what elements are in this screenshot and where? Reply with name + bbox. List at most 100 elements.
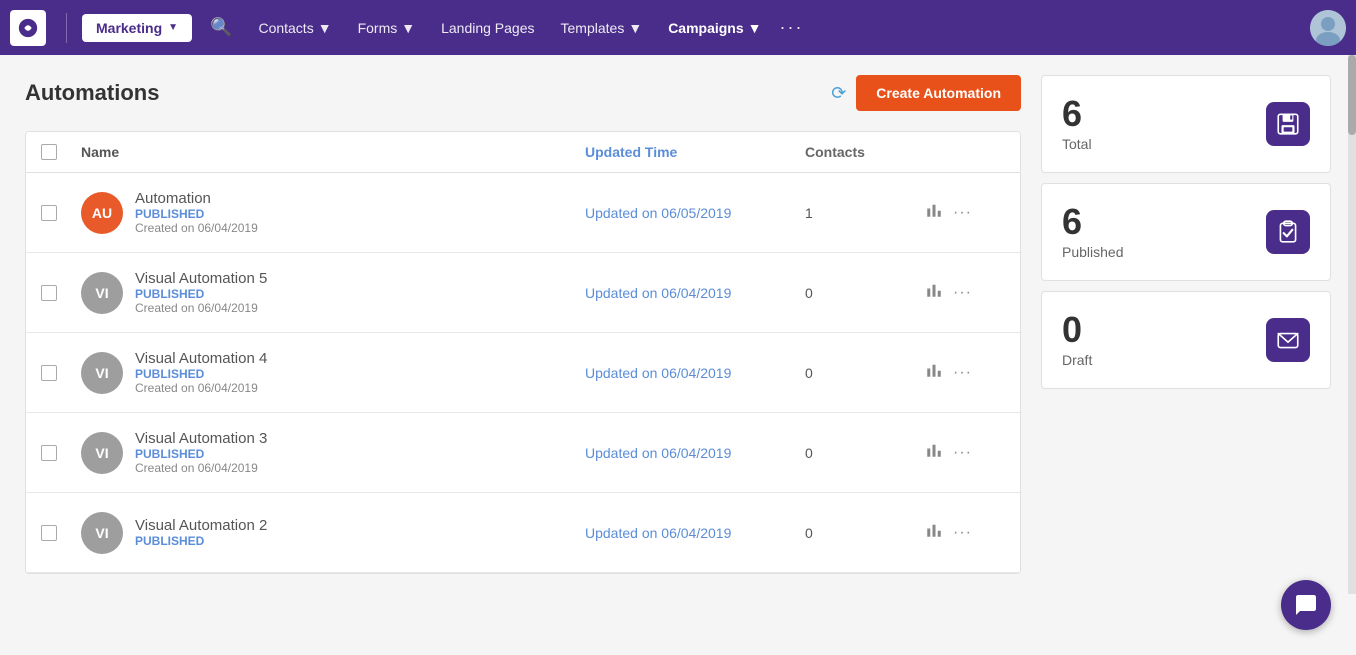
- stat-draft-value: 0: [1062, 312, 1092, 348]
- row-checkbox-4[interactable]: [41, 525, 57, 541]
- stat-total-value: 6: [1062, 96, 1092, 132]
- row-created-1: Created on 06/04/2019: [135, 301, 267, 315]
- more-options-icon-0[interactable]: ···: [953, 204, 972, 222]
- stat-draft-left: 0 Draft: [1062, 312, 1092, 368]
- more-options-icon-1[interactable]: ···: [953, 284, 972, 302]
- more-options-icon-2[interactable]: ···: [953, 364, 972, 382]
- table-row: VI Visual Automation 2 PUBLISHED Updated…: [26, 493, 1020, 573]
- bar-chart-icon-1[interactable]: [925, 281, 943, 304]
- logo: [10, 10, 46, 46]
- create-automation-button[interactable]: Create Automation: [856, 75, 1021, 111]
- stat-published-value: 6: [1062, 204, 1124, 240]
- bar-chart-icon-2[interactable]: [925, 361, 943, 384]
- row-checkbox-2[interactable]: [41, 365, 57, 381]
- avatar[interactable]: [1310, 10, 1346, 46]
- page-header: Automations ⟳ Create Automation: [25, 75, 1021, 111]
- row-checkbox-1[interactable]: [41, 285, 57, 301]
- stat-draft-card: 0 Draft: [1041, 291, 1331, 389]
- nav-forms[interactable]: Forms ▼: [350, 14, 424, 42]
- row-contacts-0: 1: [805, 205, 925, 221]
- row-updated-2: Updated on 06/04/2019: [585, 365, 805, 381]
- row-status-0: PUBLISHED: [135, 207, 258, 221]
- row-name-block-0: AU Automation PUBLISHED Created on 06/04…: [81, 190, 585, 235]
- table-row: VI Visual Automation 4 PUBLISHED Created…: [26, 333, 1020, 413]
- scrollbar-area: [1348, 55, 1356, 594]
- table-row: AU Automation PUBLISHED Created on 06/04…: [26, 173, 1020, 253]
- more-options-icon-3[interactable]: ···: [953, 444, 972, 462]
- page-title: Automations: [25, 80, 159, 106]
- table-row: VI Visual Automation 5 PUBLISHED Created…: [26, 253, 1020, 333]
- templates-chevron-icon: ▼: [628, 20, 642, 36]
- stat-published-card: 6 Published: [1041, 183, 1331, 281]
- nav-landing-pages[interactable]: Landing Pages: [433, 14, 542, 42]
- col-updated-header[interactable]: Updated Time: [585, 144, 805, 160]
- stat-total-icon: [1266, 102, 1310, 146]
- row-name-1: Visual Automation 5: [135, 270, 267, 287]
- col-name-header: Name: [81, 144, 585, 160]
- nav-campaigns[interactable]: Campaigns ▼: [660, 14, 769, 42]
- row-name-block-2: VI Visual Automation 4 PUBLISHED Created…: [81, 350, 585, 395]
- main-content: Automations ⟳ Create Automation Name Upd…: [0, 55, 1356, 594]
- table-header: Name Updated Time Contacts: [26, 132, 1020, 173]
- row-updated-4: Updated on 06/04/2019: [585, 525, 805, 541]
- row-avatar-3: VI: [81, 432, 123, 474]
- table-row: VI Visual Automation 3 PUBLISHED Created…: [26, 413, 1020, 493]
- stat-total-card: 6 Total: [1041, 75, 1331, 173]
- bar-chart-icon-0[interactable]: [925, 201, 943, 224]
- nav-divider: [66, 13, 67, 43]
- row-checkbox-3[interactable]: [41, 445, 57, 461]
- row-avatar-4: VI: [81, 512, 123, 554]
- contacts-chevron-icon: ▼: [318, 20, 332, 36]
- row-avatar-2: VI: [81, 352, 123, 394]
- select-all-checkbox[interactable]: [41, 144, 57, 160]
- nav-contacts[interactable]: Contacts ▼: [250, 14, 339, 42]
- automations-table: Name Updated Time Contacts AU Automation…: [25, 131, 1021, 574]
- row-checkbox-0[interactable]: [41, 205, 57, 221]
- marketing-label: Marketing: [96, 20, 162, 36]
- stat-published-icon: [1266, 210, 1310, 254]
- stat-published-left: 6 Published: [1062, 204, 1124, 260]
- row-status-3: PUBLISHED: [135, 447, 267, 461]
- row-status-2: PUBLISHED: [135, 367, 267, 381]
- row-avatar-0: AU: [81, 192, 123, 234]
- row-name-0: Automation: [135, 190, 258, 207]
- row-name-3: Visual Automation 3: [135, 430, 267, 447]
- row-updated-3: Updated on 06/04/2019: [585, 445, 805, 461]
- nav-more-icon[interactable]: ···: [780, 17, 804, 38]
- row-status-1: PUBLISHED: [135, 287, 267, 301]
- row-updated-1: Updated on 06/04/2019: [585, 285, 805, 301]
- stat-published-label: Published: [1062, 244, 1124, 260]
- campaigns-chevron-icon: ▼: [748, 20, 762, 36]
- refresh-button[interactable]: ⟳: [831, 83, 846, 104]
- marketing-chevron-icon: ▼: [168, 22, 178, 33]
- row-name-block-4: VI Visual Automation 2 PUBLISHED: [81, 512, 585, 554]
- stat-draft-label: Draft: [1062, 352, 1092, 368]
- stat-total-label: Total: [1062, 136, 1092, 152]
- table-body: AU Automation PUBLISHED Created on 06/04…: [26, 173, 1020, 573]
- scrollbar-thumb[interactable]: [1348, 55, 1356, 135]
- row-contacts-2: 0: [805, 365, 925, 381]
- row-updated-0: Updated on 06/05/2019: [585, 205, 805, 221]
- marketing-dropdown-button[interactable]: Marketing ▼: [82, 14, 192, 42]
- stat-draft-icon: [1266, 318, 1310, 362]
- forms-chevron-icon: ▼: [401, 20, 415, 36]
- row-name-block-1: VI Visual Automation 5 PUBLISHED Created…: [81, 270, 585, 315]
- row-created-0: Created on 06/04/2019: [135, 221, 258, 235]
- topnav: Marketing ▼ 🔍 Contacts ▼ Forms ▼ Landing…: [0, 0, 1356, 55]
- row-created-2: Created on 06/04/2019: [135, 381, 267, 395]
- stat-total-left: 6 Total: [1062, 96, 1092, 152]
- row-name-2: Visual Automation 4: [135, 350, 267, 367]
- bar-chart-icon-4[interactable]: [925, 521, 943, 544]
- row-contacts-3: 0: [805, 445, 925, 461]
- left-panel: Automations ⟳ Create Automation Name Upd…: [25, 75, 1021, 574]
- header-actions: ⟳ Create Automation: [831, 75, 1021, 111]
- col-contacts-header: Contacts: [805, 144, 925, 160]
- row-name-block-3: VI Visual Automation 3 PUBLISHED Created…: [81, 430, 585, 475]
- bar-chart-icon-3[interactable]: [925, 441, 943, 464]
- row-avatar-1: VI: [81, 272, 123, 314]
- nav-templates[interactable]: Templates ▼: [553, 14, 651, 42]
- search-icon[interactable]: 🔍: [210, 17, 232, 38]
- more-options-icon-4[interactable]: ···: [953, 524, 972, 542]
- right-panel: 6 Total 6 Publ: [1041, 75, 1331, 574]
- row-name-4: Visual Automation 2: [135, 517, 267, 534]
